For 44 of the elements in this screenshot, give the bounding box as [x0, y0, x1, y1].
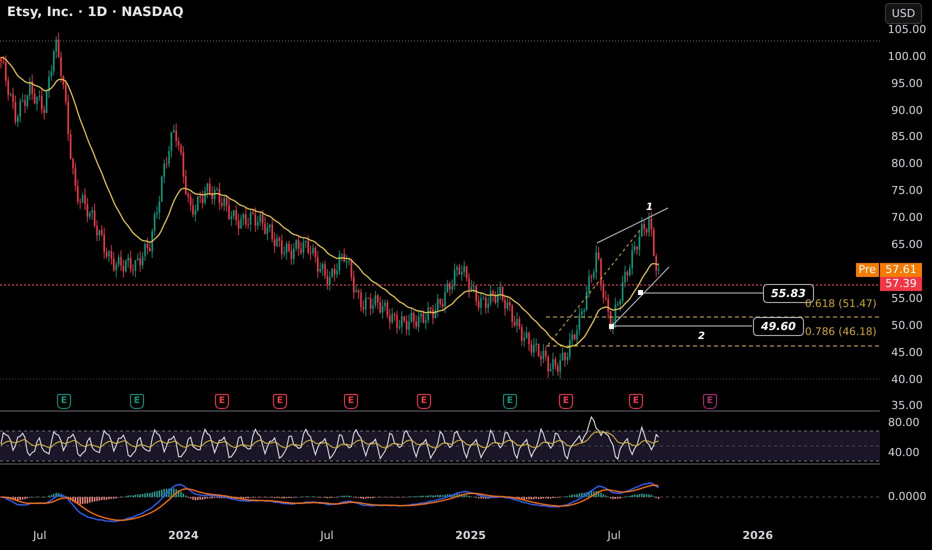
earnings-marker[interactable]: E [559, 394, 573, 409]
price-axis-label: 90.00 [890, 104, 924, 118]
fib-level-label: 0.786 (46.18) [805, 326, 877, 338]
rsi-axis-label: 40.00 [888, 446, 920, 459]
price-axis-label: 40.00 [890, 372, 924, 387]
earnings-marker[interactable]: E [503, 394, 517, 409]
price-axis-label: 95.00 [890, 76, 924, 91]
price-tag-label: Pre [856, 263, 879, 277]
earnings-marker[interactable]: E [703, 394, 717, 409]
price-axis-label: 75.00 [890, 184, 924, 198]
price-axis-label: 65.00 [890, 238, 924, 252]
currency-button[interactable]: USD [885, 3, 922, 24]
wave-label: 1 [646, 202, 653, 213]
time-axis-label: Jul [32, 529, 48, 542]
macd-axis-label: 0.0000 [888, 490, 926, 503]
price-axis-label: 100.00 [886, 50, 928, 64]
price-axis-label: 55.00 [890, 292, 924, 306]
price-axis-label: 50.00 [890, 318, 924, 333]
earnings-marker[interactable]: E [629, 394, 643, 409]
chart-title: Etsy, Inc. · 1D · NASDAQ [7, 5, 184, 20]
earnings-marker[interactable]: E [57, 394, 71, 409]
price-axis-label: 45.00 [890, 346, 924, 360]
time-axis-label: 2026 [741, 529, 774, 542]
price-axis-label: 35.00 [890, 399, 924, 414]
earnings-marker[interactable]: E [215, 394, 229, 409]
price-axis-label: 70.00 [890, 211, 924, 226]
price-tag: 57.61 [880, 263, 922, 277]
earnings-marker[interactable]: E [130, 394, 144, 409]
earnings-marker[interactable]: E [273, 394, 287, 409]
time-axis-label: Jul [318, 529, 335, 542]
time-axis-label: 2024 [167, 529, 200, 542]
time-axis-label: 2025 [454, 529, 487, 542]
anchor-point[interactable] [638, 290, 643, 295]
price-label: 49.60 [753, 317, 804, 336]
price-axis-label: 80.00 [890, 157, 924, 172]
time-axis-label: Jul [606, 529, 622, 542]
rsi-axis-label: 80.00 [888, 416, 920, 429]
price-axis-label: 85.00 [890, 130, 924, 144]
wave-label: 2 [698, 331, 705, 342]
earnings-marker[interactable]: E [417, 394, 431, 409]
earnings-marker[interactable]: E [344, 394, 358, 409]
anchor-point[interactable] [609, 324, 614, 329]
price-axis-label: 105.00 [886, 23, 928, 37]
price-tag: 57.39 [880, 277, 922, 291]
